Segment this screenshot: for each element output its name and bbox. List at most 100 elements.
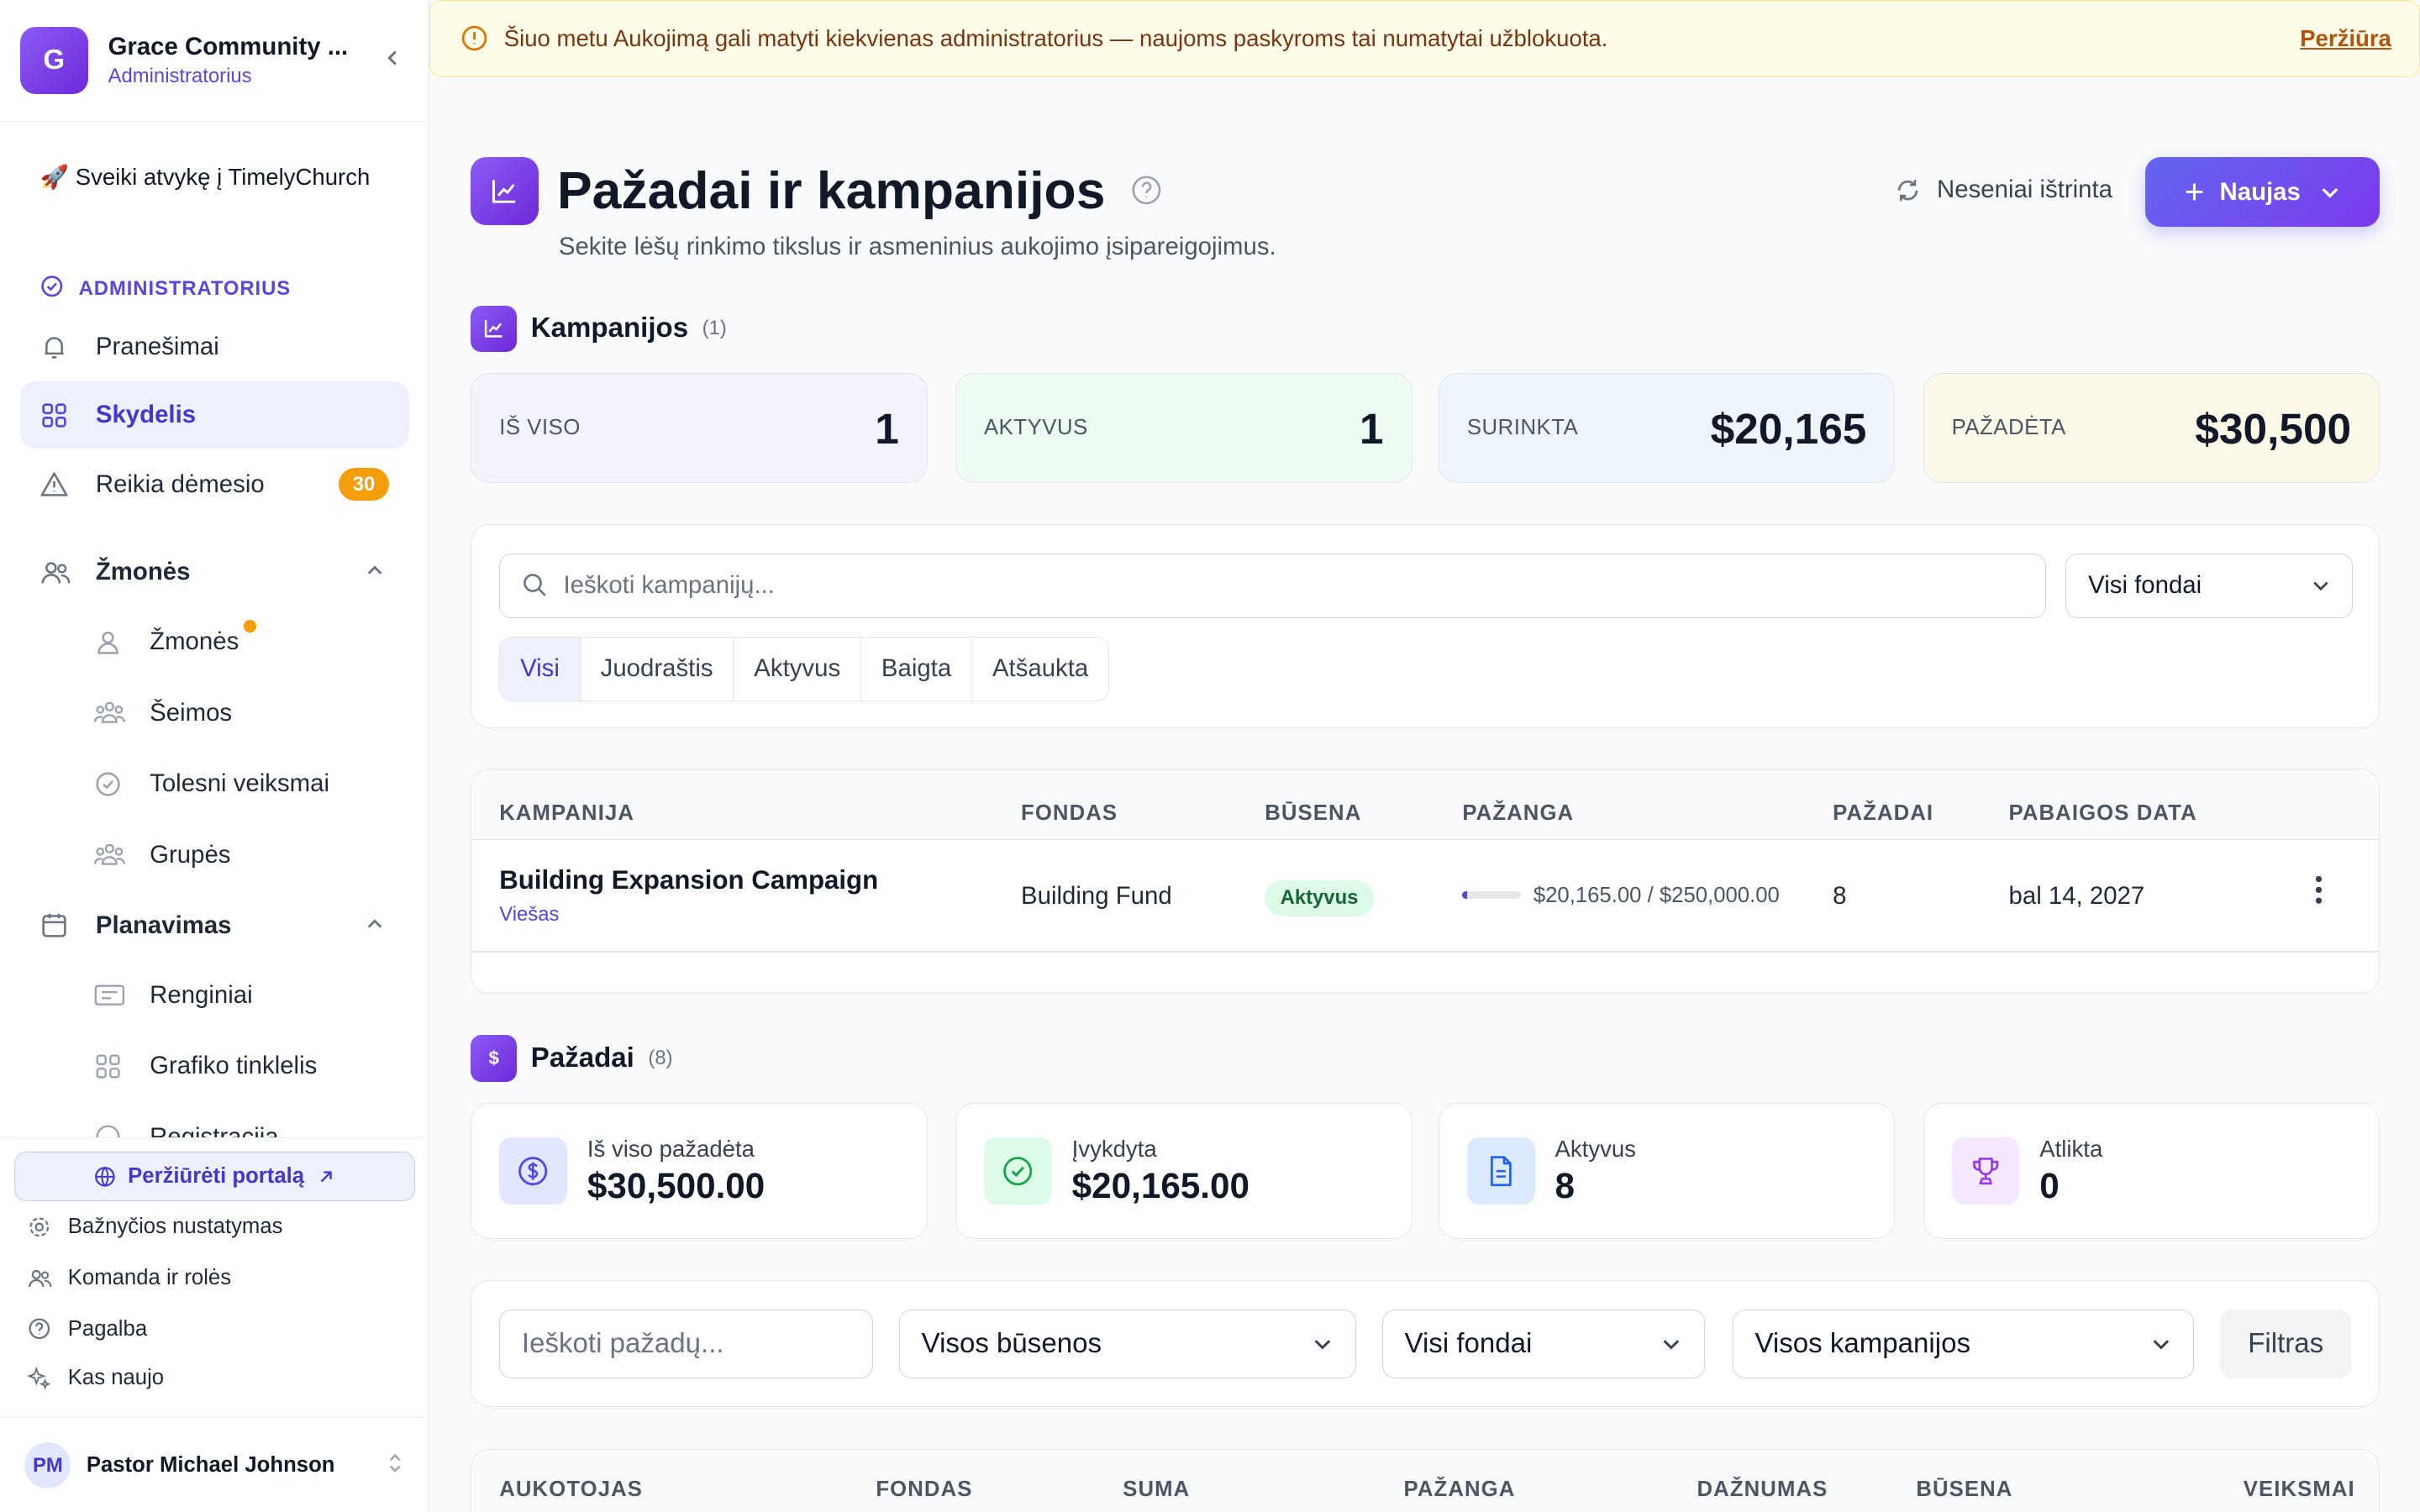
stat-label: AKTYVUS bbox=[983, 416, 1088, 440]
church-settings-link[interactable]: Bažnyčios nustatymas bbox=[28, 1215, 283, 1239]
campaign-name-link[interactable]: Building Expansion Campaign bbox=[499, 865, 878, 895]
org-logo[interactable]: G bbox=[19, 26, 88, 95]
org-info[interactable]: Grace Community ... Administratorius bbox=[108, 33, 377, 88]
users-icon bbox=[28, 1267, 52, 1290]
main-content: Šiuo metu Aukojimą gali matyti kiekviena… bbox=[429, 0, 2420, 1512]
group-icon bbox=[94, 841, 128, 869]
new-button-label: Naujas bbox=[2219, 177, 2301, 206]
pledge-campaign-select[interactable]: Visos kampanijos bbox=[1732, 1309, 2194, 1379]
sidebar-item-families[interactable]: Šeimos bbox=[74, 682, 408, 743]
church-settings-label: Bažnyčios nustatymas bbox=[67, 1215, 283, 1239]
pledge-fund-select[interactable]: Visi fondai bbox=[1381, 1309, 1705, 1379]
recently-deleted-button[interactable]: Neseniai ištrinta bbox=[1895, 176, 2112, 204]
banner-text: Šiuo metu Aukojimą gali matyti kiekviena… bbox=[503, 24, 1608, 51]
chevron-down-icon bbox=[2150, 1333, 2172, 1355]
user-name: Pastor Michael Johnson bbox=[86, 1453, 335, 1478]
org-name: Grace Community ... bbox=[108, 33, 349, 61]
sidebar-item-people[interactable]: Žmonės bbox=[74, 611, 408, 672]
sidebar-group-people[interactable]: Žmonės bbox=[20, 538, 409, 606]
pledge-filter-card: Ieškoti pažadų... Visos būsenos Visi fon… bbox=[471, 1280, 2381, 1408]
campaign-status-tabs: Visi Juodraštis Aktyvus Baigta Atšaukta bbox=[499, 636, 1110, 701]
sidebar-item-label: Žmonės bbox=[150, 627, 239, 656]
pledge-stat-done: Atlikta 0 bbox=[1923, 1103, 2381, 1239]
tab-completed[interactable]: Baigta bbox=[861, 637, 973, 701]
stat-label: Atlikta bbox=[2039, 1136, 2103, 1163]
sidebar-item-label: Pranešimai bbox=[95, 333, 219, 361]
status-select-value: Visos būsenos bbox=[921, 1327, 1102, 1359]
tab-cancelled[interactable]: Atšaukta bbox=[972, 638, 1108, 701]
campaign-filter-card: Ieškoti kampanijų... Visi fondai Visi Ju… bbox=[471, 524, 2381, 728]
plus-icon: + bbox=[2184, 172, 2205, 212]
campaigns-table: KAMPANIJA FONDAS BŪSENA PAŽANGA PAŽADAI … bbox=[471, 768, 2381, 994]
trophy-icon bbox=[1951, 1137, 2020, 1205]
column-header-fund: FONDAS bbox=[1021, 801, 1118, 826]
sidebar-footer: Peržiūrėti portalą Bažnyčios nustatymas … bbox=[0, 1137, 428, 1512]
pledge-stat-active: Aktyvus 8 bbox=[1438, 1103, 1896, 1239]
users-icon bbox=[40, 559, 74, 586]
view-portal-button[interactable]: Peržiūrėti portalą bbox=[13, 1152, 416, 1201]
campaign-progress-bar bbox=[1462, 890, 1522, 899]
globe-icon bbox=[94, 1166, 116, 1188]
column-header-progress: PAŽANGA bbox=[1462, 801, 1575, 826]
new-indicator-dot bbox=[244, 620, 256, 633]
grid-icon bbox=[94, 1053, 128, 1080]
stat-label: Aktyvus bbox=[1555, 1136, 1636, 1163]
sidebar-item-events[interactable]: Renginiai bbox=[74, 964, 408, 1026]
chart-line-icon bbox=[471, 157, 539, 226]
chevron-up-icon bbox=[366, 558, 384, 586]
sidebar-group-planning[interactable]: Planavimas bbox=[20, 892, 409, 960]
help-link[interactable]: Pagalba bbox=[28, 1317, 147, 1341]
campaign-fund-select[interactable]: Visi fondai bbox=[2065, 553, 2354, 618]
dollar-circle-icon bbox=[499, 1137, 568, 1205]
sidebar-item-label: Žmonės bbox=[95, 558, 191, 586]
tab-draft[interactable]: Juodraštis bbox=[581, 637, 734, 701]
filter-button[interactable]: Filtras bbox=[2220, 1309, 2352, 1379]
team-roles-label: Komanda ir rolės bbox=[67, 1266, 232, 1290]
column-header-fund: FONDAS bbox=[876, 1477, 973, 1501]
sidebar-item-label: Planavimas bbox=[95, 911, 232, 940]
stat-value: $30,500.00 bbox=[587, 1165, 765, 1205]
stat-value: 1 bbox=[875, 403, 899, 453]
sidebar-item-dashboard[interactable]: Skydelis bbox=[19, 381, 409, 449]
more-actions-icon[interactable] bbox=[2314, 874, 2323, 913]
pledge-search-input[interactable]: Ieškoti pažadų... bbox=[499, 1309, 873, 1379]
column-header-progress: PAŽANGA bbox=[1403, 1477, 1516, 1501]
campaign-visibility: Viešas bbox=[499, 903, 560, 927]
banner-review-link[interactable]: Peržiūra bbox=[2300, 25, 2391, 52]
welcome-text: Sveiki atvykę į TimelyChurch bbox=[75, 164, 371, 191]
collapse-sidebar-icon[interactable] bbox=[377, 49, 408, 73]
sidebar-item-notifications[interactable]: Pranešimai bbox=[20, 313, 409, 381]
sidebar-item-followups[interactable]: Tolesni veiksmai bbox=[74, 753, 408, 814]
chart-line-icon bbox=[471, 305, 518, 352]
campaign-search-input[interactable]: Ieškoti kampanijų... bbox=[499, 553, 2046, 618]
page-subtitle: Sekite lėšų rinkimo tikslus ir asmeniniu… bbox=[558, 233, 1276, 261]
sidebar-item-label: Šeimos bbox=[150, 698, 233, 727]
new-button[interactable]: + Naujas bbox=[2145, 157, 2381, 227]
calendar-icon bbox=[40, 911, 74, 939]
sidebar-item-groups[interactable]: Grupės bbox=[74, 824, 408, 885]
warning-icon bbox=[40, 470, 74, 498]
user-menu[interactable]: PM Pastor Michael Johnson bbox=[0, 1417, 428, 1512]
pledge-status-select[interactable]: Visos būsenos bbox=[898, 1309, 1356, 1379]
chevron-down-icon bbox=[1660, 1333, 1682, 1355]
status-badge: Aktyvus bbox=[1265, 879, 1374, 916]
column-header-pledges: PAŽADAI bbox=[1833, 801, 1934, 826]
rocket-icon: 🚀 bbox=[39, 164, 70, 191]
tab-active[interactable]: Aktyvus bbox=[734, 637, 862, 701]
pledge-stat-total: Iš viso pažadėta $30,500.00 bbox=[471, 1103, 928, 1239]
team-roles-link[interactable]: Komanda ir rolės bbox=[28, 1266, 231, 1290]
notice-banner: Šiuo metu Aukojimą gali matyti kiekviena… bbox=[429, 0, 2420, 77]
whats-new-link[interactable]: Kas naujo bbox=[28, 1366, 164, 1390]
stat-card-collected: SURINKTA $20,165 bbox=[1438, 373, 1896, 483]
campaign-progress-text: $20,165.00 / $250,000.00 bbox=[1533, 883, 1780, 907]
sidebar-item-attention[interactable]: Reikia dėmesio 30 bbox=[20, 450, 409, 518]
campaign-end-date: bal 14, 2027 bbox=[2008, 881, 2145, 910]
campaigns-title: Kampanijos bbox=[530, 312, 689, 344]
tab-all[interactable]: Visi bbox=[500, 637, 581, 701]
check-circle-icon bbox=[983, 1137, 1052, 1205]
stat-label: IŠ VISO bbox=[499, 416, 581, 440]
sidebar-item-schedule-grid[interactable]: Grafiko tinklelis bbox=[74, 1035, 408, 1096]
help-circle-icon[interactable] bbox=[1131, 175, 1162, 206]
campaigns-count: (1) bbox=[702, 317, 727, 340]
sidebar-item-label: Skydelis bbox=[95, 401, 197, 429]
